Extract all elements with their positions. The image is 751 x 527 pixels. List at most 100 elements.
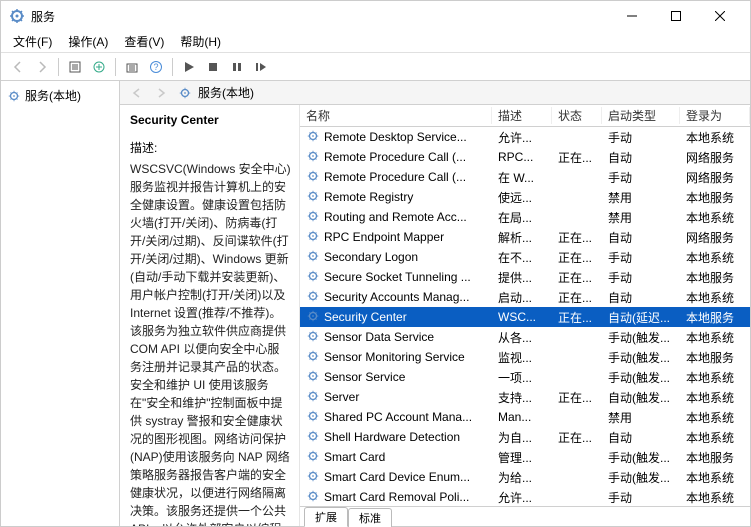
col-logon[interactable]: 登录为 (680, 107, 750, 124)
main-body: 服务(本地) 服务(本地) Security Center 描述: WSCSVC… (1, 81, 750, 526)
cell-start: 手动(触发... (602, 329, 680, 346)
cell-start: 手动 (602, 249, 680, 266)
service-row[interactable]: Secure Socket Tunneling ...提供...正在...手动本… (300, 267, 750, 287)
cell-desc: WSC... (492, 310, 552, 324)
service-row[interactable]: RPC Endpoint Mapper解析...正在...自动网络服务 (300, 227, 750, 247)
service-row[interactable]: Security Accounts Manag...启动...正在...自动本地… (300, 287, 750, 307)
service-name-text: Sensor Service (324, 370, 405, 384)
cell-logon: 本地系统 (680, 369, 750, 386)
service-name-text: Routing and Remote Acc... (324, 210, 467, 224)
cell-desc: Man... (492, 410, 552, 424)
cell-status: 正在... (552, 249, 602, 266)
service-name-text: Smart Card (324, 450, 385, 464)
cell-logon: 本地系统 (680, 209, 750, 226)
header-forward-button[interactable] (150, 82, 172, 104)
gear-icon (306, 249, 320, 266)
service-row[interactable]: Routing and Remote Acc...在局...禁用本地系统 (300, 207, 750, 227)
service-name-text: Shared PC Account Mana... (324, 410, 472, 424)
service-name-text: Remote Procedure Call (... (324, 150, 466, 164)
cell-desc: 从各... (492, 329, 552, 346)
properties-button[interactable] (64, 56, 86, 78)
service-name-text: Remote Registry (324, 190, 413, 204)
service-row[interactable]: Smart Card Device Enum...为给...手动(触发...本地… (300, 467, 750, 487)
cell-status: 正在... (552, 309, 602, 326)
cell-desc: 为给... (492, 469, 552, 486)
refresh-button[interactable] (121, 56, 143, 78)
service-row[interactable]: Sensor Service一项...手动(触发...本地系统 (300, 367, 750, 387)
service-list[interactable]: Remote Desktop Service...允许...手动本地系统Remo… (300, 127, 750, 506)
menu-file[interactable]: 文件(F) (7, 31, 58, 52)
pause-button[interactable] (226, 56, 248, 78)
service-row[interactable]: Smart Card Removal Poli...允许...手动本地系统 (300, 487, 750, 506)
stop-button[interactable] (202, 56, 224, 78)
col-status[interactable]: 状态 (552, 107, 602, 124)
start-button[interactable] (178, 56, 200, 78)
service-row[interactable]: Sensor Monitoring Service监视...手动(触发...本地… (300, 347, 750, 367)
menu-action[interactable]: 操作(A) (62, 31, 114, 52)
col-desc[interactable]: 描述 (492, 107, 552, 124)
cell-name: Shell Hardware Detection (300, 429, 492, 446)
cell-status: 正在... (552, 149, 602, 166)
close-button[interactable] (698, 2, 742, 30)
minimize-button[interactable] (610, 2, 654, 30)
gear-icon (306, 349, 320, 366)
service-row[interactable]: Shell Hardware Detection为自...正在...自动本地系统 (300, 427, 750, 447)
service-row[interactable]: Remote Registry使远...禁用本地服务 (300, 187, 750, 207)
back-button[interactable] (7, 56, 29, 78)
tree-item-label: 服务(本地) (25, 87, 81, 104)
cell-desc: 在 W... (492, 169, 552, 186)
service-name-text: Smart Card Removal Poli... (324, 490, 469, 504)
cell-logon: 本地服务 (680, 269, 750, 286)
tree-item-services-local[interactable]: 服务(本地) (7, 85, 113, 106)
cell-logon: 本地系统 (680, 469, 750, 486)
cell-name: Remote Registry (300, 189, 492, 206)
service-row[interactable]: Security CenterWSC...正在...自动(延迟...本地服务 (300, 307, 750, 327)
service-row[interactable]: Remote Desktop Service...允许...手动本地系统 (300, 127, 750, 147)
forward-button[interactable] (31, 56, 53, 78)
cell-name: Sensor Service (300, 369, 492, 386)
tree: 服务(本地) (1, 81, 119, 526)
toolbar-separator (115, 58, 116, 76)
cell-name: Smart Card Device Enum... (300, 469, 492, 486)
cell-name: Sensor Monitoring Service (300, 349, 492, 366)
menu-view[interactable]: 查看(V) (118, 31, 170, 52)
cell-logon: 本地服务 (680, 189, 750, 206)
service-row[interactable]: Sensor Data Service从各...手动(触发...本地系统 (300, 327, 750, 347)
cell-logon: 本地系统 (680, 389, 750, 406)
col-start[interactable]: 启动类型 (602, 107, 680, 124)
service-name-text: RPC Endpoint Mapper (324, 230, 444, 244)
header-back-button[interactable] (126, 82, 148, 104)
cell-desc: 解析... (492, 229, 552, 246)
cell-start: 禁用 (602, 189, 680, 206)
gear-icon (306, 289, 320, 306)
service-name-text: Security Accounts Manag... (324, 290, 469, 304)
gear-icon (306, 389, 320, 406)
cell-start: 自动(延迟... (602, 309, 680, 326)
gear-icon (306, 309, 320, 326)
service-row[interactable]: Remote Procedure Call (...在 W...手动网络服务 (300, 167, 750, 187)
cell-start: 手动 (602, 129, 680, 146)
restart-button[interactable] (250, 56, 272, 78)
service-row[interactable]: Remote Procedure Call (...RPC...正在...自动网… (300, 147, 750, 167)
menu-help[interactable]: 帮助(H) (174, 31, 227, 52)
gear-icon (306, 189, 320, 206)
cell-desc: 提供... (492, 269, 552, 286)
service-row[interactable]: Secondary Logon在不...正在...手动本地系统 (300, 247, 750, 267)
col-name[interactable]: 名称 (300, 107, 492, 124)
cell-logon: 网络服务 (680, 149, 750, 166)
service-row[interactable]: Shared PC Account Mana...Man...禁用本地系统 (300, 407, 750, 427)
cell-logon: 本地系统 (680, 409, 750, 426)
service-row[interactable]: Smart Card管理...手动(触发...本地服务 (300, 447, 750, 467)
gear-icon (306, 429, 320, 446)
maximize-button[interactable] (654, 2, 698, 30)
gear-icon (306, 149, 320, 166)
gear-icon (306, 209, 320, 226)
export-button[interactable] (88, 56, 110, 78)
titlebar: 服务 (1, 1, 750, 31)
tab-standard[interactable]: 标准 (348, 508, 392, 527)
service-row[interactable]: Server支持...正在...自动(触发...本地系统 (300, 387, 750, 407)
help-button[interactable]: ? (145, 56, 167, 78)
cell-start: 自动 (602, 229, 680, 246)
tab-extended[interactable]: 扩展 (304, 507, 348, 527)
gear-icon (306, 469, 320, 486)
